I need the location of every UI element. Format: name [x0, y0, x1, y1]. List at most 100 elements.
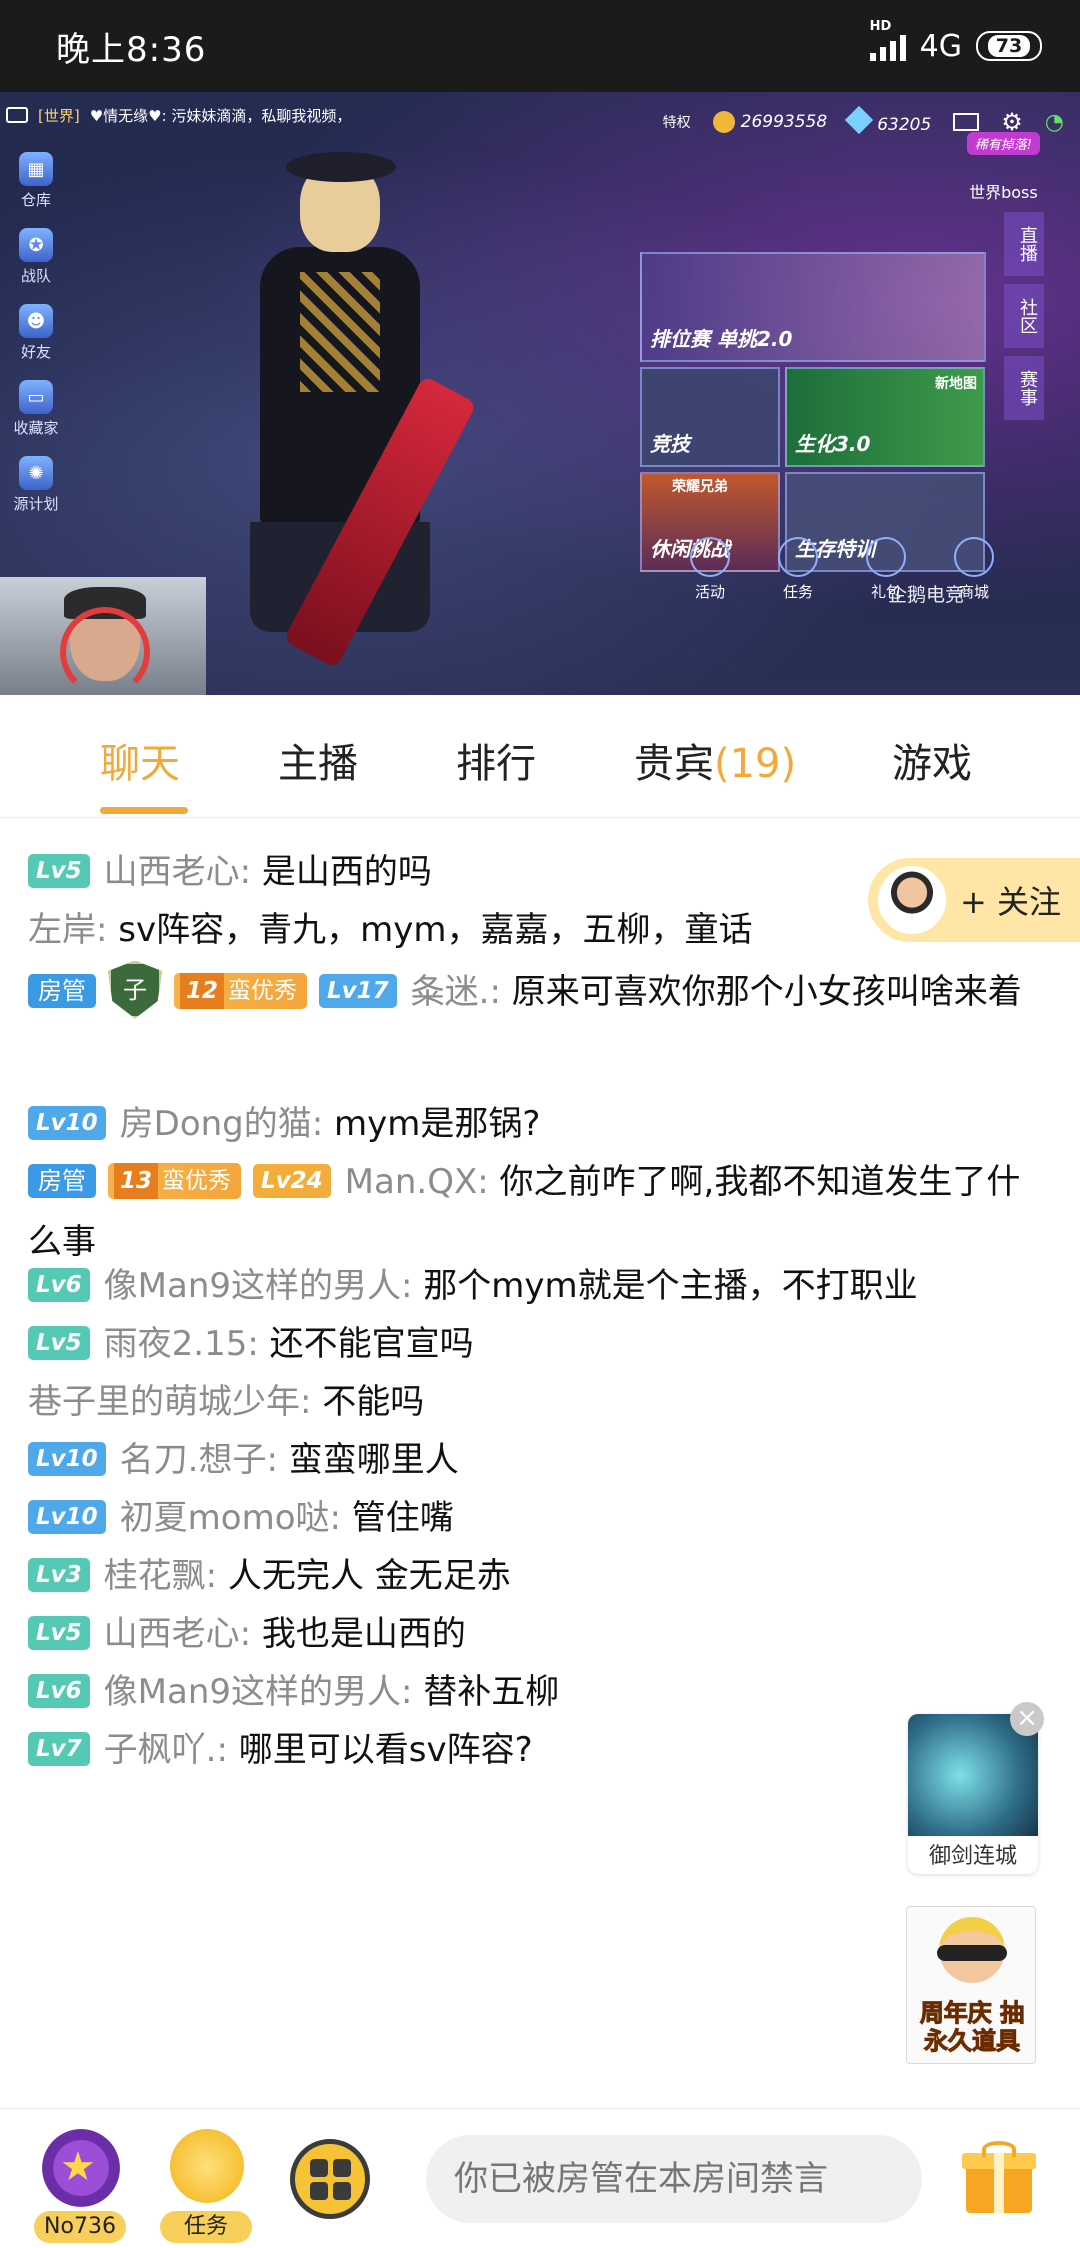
star-icon: ★: [60, 2144, 96, 2190]
chat-username[interactable]: 左岸:: [28, 910, 118, 950]
battery-level: 73: [987, 35, 1031, 57]
coins: 26993558: [712, 111, 827, 133]
tab-anchor[interactable]: 主播: [278, 731, 358, 789]
anchor-avatar: [878, 866, 946, 934]
chat-username[interactable]: 初夏momo哒:: [120, 1498, 352, 1538]
anniversary-ad-card[interactable]: 周年庆 抽永久道具: [906, 1906, 1036, 2064]
live-video[interactable]: [世界] ♥情无缘♥: 污妹妹滴滴，私聊我视频， 特权 26993558 632…: [0, 92, 1080, 695]
ticker-channel: [世界]: [38, 106, 80, 125]
game-menu-item: ✺ 源计划: [6, 456, 66, 514]
follow-button[interactable]: + 关注: [868, 858, 1080, 942]
level-badge: Lv5: [28, 1325, 90, 1360]
chat-username[interactable]: 像Man9这样的男人:: [104, 1266, 424, 1306]
activity-icon: [690, 537, 730, 577]
chat-text: 管住嘴: [351, 1498, 454, 1538]
ad-label: 御剑连城: [928, 1844, 1017, 1869]
chat-username[interactable]: Man.QX:: [345, 1162, 500, 1202]
source-plan-icon: ✺: [19, 456, 53, 490]
chat-text: 还不能官宣吗: [269, 1324, 474, 1364]
coin-icon: [712, 111, 735, 133]
tab-games-label: 游戏: [892, 741, 972, 787]
room-admin-badge: 房管: [28, 1163, 96, 1198]
treasure-icon: [170, 2129, 244, 2203]
grid-icon: [309, 2181, 328, 2200]
battery-icon: 73: [976, 31, 1042, 61]
diamond-icon: [845, 105, 874, 134]
close-icon[interactable]: ×: [1010, 1702, 1044, 1736]
side-tab-events: 赛事: [1004, 356, 1044, 420]
game-menu-item: ▭ 收藏家: [6, 380, 66, 438]
chat-username[interactable]: 房Dong的猫:: [120, 1104, 334, 1144]
diamonds: 63205: [845, 105, 931, 135]
mission-item: 任务: [778, 537, 818, 602]
tab-chat[interactable]: 聊天: [100, 731, 180, 789]
mail-icon: [953, 113, 980, 131]
game-menu-label: 源计划: [13, 495, 59, 513]
gift-bow: [982, 2141, 1016, 2157]
side-tab-community: 社区: [1004, 284, 1044, 348]
chat-message: Lv10 名刀.想子: 蛮蛮哪里人: [28, 1430, 1068, 1490]
chat-text: 我也是山西的: [261, 1614, 466, 1654]
chat-text: 原来可喜欢你那个小女孩叫啥来着: [511, 972, 1022, 1012]
tab-anchor-label: 主播: [278, 741, 358, 787]
room-admin-badge: 房管: [28, 973, 96, 1008]
sunglasses-icon: [937, 1945, 1007, 1961]
game-menu-item: ✪ 战队: [6, 228, 66, 286]
chat-text: 替补五柳: [423, 1672, 560, 1712]
brothers-tag: 荣耀兄弟: [672, 479, 728, 495]
vip-label: 蛮优秀: [162, 1167, 232, 1194]
chat-username[interactable]: 巷子里的萌城少年:: [28, 1382, 322, 1422]
mode-label: 竞技: [650, 432, 690, 456]
chat-message: Lv10 房Dong的猫: mym是那锅?: [28, 1094, 1068, 1154]
character-hat: [286, 152, 396, 182]
signal-icon: HD: [869, 19, 906, 61]
chat-message: Lv6 像Man9这样的男人: 那个mym就是个主播，不打职业: [28, 1256, 1068, 1316]
shop-icon: [954, 537, 994, 577]
tab-vip-label: 贵宾: [634, 741, 714, 787]
chat-username[interactable]: 子枫吖.:: [104, 1730, 239, 1770]
vip-badge: 13 蛮优秀: [108, 1162, 242, 1199]
grid-icon: [332, 2158, 351, 2177]
chat-message: 房管子 12 蛮优秀 Lv17 夈迷.: 原来可喜欢你那个小女孩叫啥来着: [28, 960, 1054, 1023]
chat-username[interactable]: 桂花飘:: [104, 1556, 228, 1596]
chat-username[interactable]: 雨夜2.15:: [104, 1324, 270, 1364]
room-tabs: 聊天 主播 排行 贵宾(19) 游戏: [0, 695, 1080, 818]
game-menu-label: 战队: [20, 267, 51, 285]
game-menu-label: 好友: [20, 343, 51, 361]
chat-input[interactable]: [426, 2135, 922, 2223]
tab-ranking[interactable]: 排行: [456, 731, 536, 789]
mode-label: 排位赛 单挑2.0: [650, 327, 793, 351]
privilege-label: 特权: [662, 115, 691, 131]
streamer-webcam: [0, 577, 206, 695]
vip-label: 蛮优秀: [228, 977, 298, 1004]
game-character: [230, 122, 477, 695]
chat-message: Lv10 初夏momo哒: 管住嘴: [28, 1488, 1068, 1548]
task-button[interactable]: 任务: [160, 2129, 252, 2243]
game-menu-item: ▦ 仓库: [6, 152, 66, 210]
chat-username[interactable]: 山西老心:: [104, 852, 262, 892]
level-badge: Lv17: [319, 973, 397, 1008]
warehouse-icon: ▦: [19, 152, 53, 186]
status-bar: 晚上8:36 HD 4G 73: [0, 0, 1080, 92]
game-ad-card[interactable]: 御剑连城 ×: [908, 1702, 1044, 1874]
chat-username[interactable]: 夈迷.:: [411, 972, 512, 1012]
chat-username[interactable]: 像Man9这样的男人:: [104, 1672, 424, 1712]
level-badge: Lv24: [253, 1163, 331, 1198]
status-time: 晚上8:36: [56, 29, 207, 70]
more-menu-button[interactable]: [290, 2139, 370, 2219]
chat-text: sv阵容，青九，mym，嘉嘉，五柳，童话: [118, 910, 753, 950]
tab-vip[interactable]: 贵宾(19): [634, 731, 796, 789]
mode-label: 生化3.0: [795, 432, 871, 456]
level-badge: Lv10: [28, 1105, 106, 1140]
game-left-menu: ▦ 仓库 ✪ 战队 ☻ 好友 ▭ 收藏家 ✺ 源计划: [6, 152, 66, 514]
vip-badge: 12 蛮优秀: [174, 972, 308, 1009]
mode-card-competitive: 竞技: [640, 367, 780, 467]
chat-username[interactable]: 名刀.想子:: [120, 1440, 289, 1480]
level-badge: Lv6: [28, 1267, 90, 1302]
mode-card-zombie: 生化3.0 新地图: [785, 367, 985, 467]
tab-games[interactable]: 游戏: [892, 731, 972, 789]
gift-button[interactable]: [962, 2141, 1036, 2213]
character-embroidery: [300, 272, 380, 392]
chat-username[interactable]: 山西老心:: [104, 1614, 262, 1654]
rank-button[interactable]: ★ No736: [34, 2129, 126, 2243]
